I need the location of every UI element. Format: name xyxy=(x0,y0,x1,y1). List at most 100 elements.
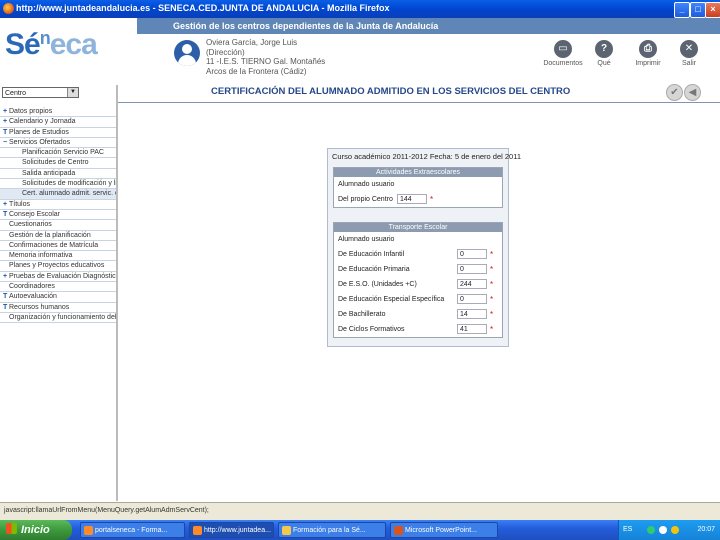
help-label: Qué xyxy=(597,60,611,67)
sidebar-item[interactable]: + Calendario y Jornada xyxy=(0,117,116,128)
sidebar-item[interactable]: Planes y Proyectos educativos xyxy=(0,261,116,272)
logo-part-1: Sé xyxy=(5,28,41,61)
sidebar-item-label: Confirmaciones de Matrícula xyxy=(9,241,99,249)
sidebar-item[interactable]: T Recursos humanos xyxy=(0,303,116,313)
required-mark: * xyxy=(430,195,434,204)
sidebar-item[interactable]: + Datos propios xyxy=(0,107,116,118)
transport-input-eso[interactable]: 244 xyxy=(457,279,487,289)
taskbar-item[interactable]: Formación para la Sé... xyxy=(278,522,386,538)
sidebar-item[interactable]: Cuestionarios xyxy=(0,220,116,231)
user-location: Arcos de la Frontera (Cádiz) xyxy=(206,66,307,76)
academic-year-label: Curso académico 2011-2012 Fecha: 5 de en… xyxy=(332,152,522,161)
sidebar-item[interactable]: Salida anticipada xyxy=(0,169,116,180)
taskbar-item[interactable]: Microsoft PowerPoint... xyxy=(390,522,498,538)
sidebar-item-label: Consejo Escolar xyxy=(9,210,60,218)
chevron-down-icon[interactable]: ▼ xyxy=(67,88,78,97)
transport-input-especial[interactable]: 0 xyxy=(457,294,487,304)
documents-label: Documentos xyxy=(543,60,583,67)
user-role: (Dirección) xyxy=(206,47,245,57)
transport-row-ciclos: De Ciclos Formativos 41 * xyxy=(334,322,502,337)
windows-flag-icon xyxy=(6,523,17,534)
status-text: javascript:llamaUrlFromMenu(MenuQuery.ge… xyxy=(4,507,209,514)
sidebar-item[interactable]: Planificación Servicio PAC xyxy=(0,148,116,159)
header-band: Gestión de los centros dependientes de l… xyxy=(137,18,720,34)
sidebar-item[interactable]: Confirmaciones de Matrícula xyxy=(0,241,116,252)
sidebar-item[interactable]: + Títulos xyxy=(0,200,116,210)
extracurricular-header: Actividades Extraescolares xyxy=(334,168,502,177)
transport-row-especial: De Educación Especial Específica 0 * xyxy=(334,292,502,307)
sidebar-item-label: Planes y Proyectos educativos xyxy=(9,262,105,270)
sidebar: Centro ▼ + Datos propios + Calendario y Jor… xyxy=(0,85,118,501)
sidebar-item[interactable]: T Autoevaluación xyxy=(0,292,116,303)
messenger-icon[interactable] xyxy=(659,526,667,534)
taskbar-item[interactable]: http://www.juntadea... xyxy=(189,522,274,538)
transport-input-bachillerato[interactable]: 14 xyxy=(457,309,487,319)
clock: 20:07 xyxy=(697,526,715,533)
taskbar: Inicio portalseneca - Forma... http://ww… xyxy=(0,520,720,540)
sidebar-item[interactable]: T Planes de Estudios xyxy=(0,128,116,138)
network-icon[interactable] xyxy=(647,526,655,534)
maximize-button[interactable]: □ xyxy=(690,2,706,18)
taskbar-item-label: http://www.juntadea... xyxy=(204,527,271,534)
transport-input-infantil[interactable]: 0 xyxy=(457,249,487,259)
title-divider xyxy=(118,102,720,103)
start-button[interactable]: Inicio xyxy=(0,520,72,540)
sidebar-item-label: Salida anticipada xyxy=(22,169,76,177)
sidebar-item[interactable]: Cert. alumnado admit. servic. cent xyxy=(0,189,116,200)
transport-row-eso: De E.S.O. (Unidades +C) 244 * xyxy=(334,277,502,292)
extracurricular-sub: Alumnado usuario xyxy=(338,181,395,188)
required-mark: * xyxy=(490,250,494,259)
powerpoint-icon xyxy=(394,526,403,535)
sidebar-item[interactable]: Solicitudes de Centro xyxy=(0,158,116,169)
sidebar-item-label: Autoevaluación xyxy=(9,293,57,301)
taskbar-item[interactable]: portalseneca - Forma... xyxy=(80,522,185,538)
transport-label: De E.S.O. (Unidades +C) xyxy=(338,281,417,288)
sidebar-item[interactable]: Organización y funcionamiento del E xyxy=(0,313,116,324)
transport-input-ciclos[interactable]: 41 xyxy=(457,324,487,334)
user-info: Oviera García, Jorge Luis (Dirección) 11… xyxy=(206,38,325,76)
sidebar-item-label: Cuestionarios xyxy=(9,221,52,229)
sidebar-item[interactable]: Gestión de la planificación xyxy=(0,231,116,241)
printer-icon: ⎙ xyxy=(639,40,657,58)
sidebar-item[interactable]: + Pruebas de Evaluación Diagnóstica xyxy=(0,272,116,283)
own-centre-input[interactable]: 144 xyxy=(397,194,427,204)
transport-label: De Educación Infantil xyxy=(338,251,405,258)
user-avatar-icon xyxy=(174,40,200,66)
system-tray: ES 20:07 xyxy=(618,520,720,540)
exit-button[interactable]: ✕ Salir xyxy=(665,40,713,67)
transport-row-infantil: De Educación Infantil 0 * xyxy=(334,247,502,262)
extracurricular-row: Del propio Centro 144 * xyxy=(334,192,502,207)
context-select[interactable]: Centro ▼ xyxy=(2,87,79,98)
sidebar-item[interactable]: T Consejo Escolar xyxy=(0,210,116,221)
transport-header: Transporte Escolar xyxy=(334,223,502,232)
certification-panel: Curso académico 2011-2012 Fecha: 5 de en… xyxy=(327,148,521,347)
taskbar-item-label: Formación para la Sé... xyxy=(293,527,366,534)
sidebar-item[interactable]: Solicitudes de modificación y line xyxy=(0,179,116,190)
required-mark: * xyxy=(490,280,494,289)
sidebar-item-label: Cert. alumnado admit. servic. cent xyxy=(22,190,116,198)
sidebar-item-label: Planes de Estudios xyxy=(9,128,69,136)
sidebar-item-label: Planificación Servicio PAC xyxy=(22,149,104,157)
transport-row-bachillerato: De Bachillerato 14 * xyxy=(334,307,502,322)
required-mark: * xyxy=(490,310,494,319)
sidebar-item[interactable]: − Servicios Ofertados xyxy=(0,138,116,149)
window-title-bar[interactable]: http://www.juntadeandalucia.es - SENECA.… xyxy=(0,0,720,18)
minimize-button[interactable]: _ xyxy=(674,2,690,18)
sidebar-item[interactable]: Memoria informativa xyxy=(0,251,116,262)
sidebar-item[interactable]: Coordinadores xyxy=(0,282,116,293)
sidebar-item-label: Recursos humanos xyxy=(9,303,70,311)
close-window-button[interactable]: × xyxy=(705,2,720,18)
context-select-value: Centro xyxy=(5,90,27,97)
start-label: Inicio xyxy=(21,524,50,536)
back-arrow-icon[interactable]: ◀ xyxy=(684,84,701,101)
transport-row-primaria: De Educación Primaria 0 * xyxy=(334,262,502,277)
transport-input-primaria[interactable]: 0 xyxy=(457,264,487,274)
sidebar-item-label: Servicios Ofertados xyxy=(9,138,71,146)
confirm-check-icon[interactable]: ✔ xyxy=(666,84,683,101)
sidebar-menu: + Datos propios + Calendario y Jornada T Plan… xyxy=(0,107,116,324)
transport-label: De Educación Especial Específica xyxy=(338,296,445,303)
volume-icon[interactable] xyxy=(671,526,679,534)
firefox-icon xyxy=(84,526,93,535)
language-indicator[interactable]: ES xyxy=(623,526,632,533)
help-button[interactable]: ? Qué xyxy=(580,40,628,67)
